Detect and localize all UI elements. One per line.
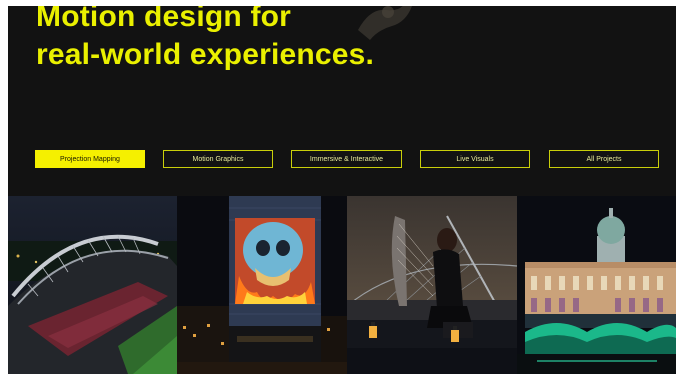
filter-all-projects[interactable]: All Projects [549,150,659,168]
hero-headline-line-2: real-world experiences. [36,38,375,71]
project-tile-building-projection[interactable] [177,196,347,374]
filter-immersive-interactive[interactable]: Immersive & Interactive [291,150,402,168]
filter-motion-graphics[interactable]: Motion Graphics [163,150,273,168]
project-tile-stadium[interactable] [8,196,177,374]
domed-building-image [517,196,676,374]
filter-live-visuals[interactable]: Live Visuals [420,150,530,168]
hero-headline: Motion design for real-world experiences… [36,6,374,74]
stadium-image [8,196,177,374]
harpist-image [347,196,517,374]
building-projection-image [177,196,347,374]
hero-headline-line-1: Motion design for [36,6,292,33]
project-gallery [8,196,676,374]
page: Motion design for real-world experiences… [8,6,676,374]
project-tile-domed-building[interactable] [517,196,676,374]
filter-projection-mapping[interactable]: Projection Mapping [35,150,145,168]
category-filter-bar: Projection Mapping Motion Graphics Immer… [8,150,676,170]
project-tile-harpist[interactable] [347,196,517,374]
